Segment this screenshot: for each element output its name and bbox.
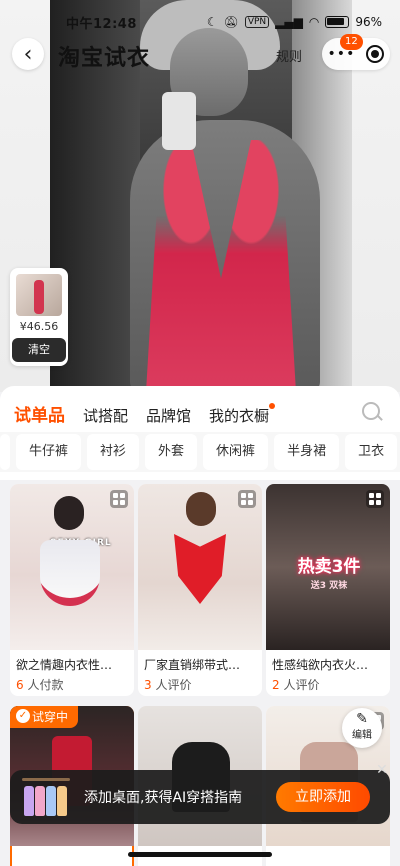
back-button[interactable]: ‹ xyxy=(12,38,44,70)
notification-badge: 12 xyxy=(340,34,363,50)
product-image[interactable]: SEXY GIRL xyxy=(10,484,134,650)
product-card[interactable]: SEXY GIRL 欲之情趣内衣性… 6 人付款 xyxy=(10,484,134,696)
page-title: 淘宝试衣 xyxy=(58,46,151,71)
product-meta: 2 人评价 xyxy=(272,676,319,693)
product-card[interactable]: 厂家直销绑带式… 3 人评价 xyxy=(138,484,262,696)
category-skirt[interactable]: 半身裙 xyxy=(274,434,340,470)
tab-single-item[interactable]: 试单品 xyxy=(14,401,65,426)
category-hoodie[interactable]: 卫衣 xyxy=(345,434,398,470)
product-image-tag: SEXY GIRL xyxy=(50,538,112,548)
product-image[interactable]: 热卖3件 送3 双袜 xyxy=(266,484,390,650)
product-meta: 6 人付款 xyxy=(16,676,63,693)
product-name: 性感纯欲内衣火… xyxy=(272,658,369,672)
battery-level: 96 xyxy=(355,15,371,29)
multi-image-icon xyxy=(238,490,256,508)
rules-link[interactable]: 规则 xyxy=(276,46,302,65)
category-shirt[interactable]: 衬衫 xyxy=(87,434,140,470)
status-icons: ☾ 🔕︎ VPN ▂▄▆ ◠ 96% xyxy=(206,15,382,29)
close-miniprogram-icon[interactable] xyxy=(366,45,385,63)
tab-outfit[interactable]: 试搭配 xyxy=(83,405,128,426)
home-indicator xyxy=(128,852,272,857)
product-meta: 3 人评价 xyxy=(144,676,191,693)
tab-bar: 试单品 试搭配 品牌馆 我的衣橱 xyxy=(14,398,276,426)
wardrobe-icon xyxy=(22,778,70,816)
category-jacket[interactable]: 外套 xyxy=(145,434,198,470)
close-icon[interactable]: ✕ xyxy=(372,760,392,780)
trying-on-badge: 试穿中 xyxy=(10,706,78,728)
promo-overlay-sub: 送3 双袜 xyxy=(310,581,348,591)
mute-icon: 🔕︎ xyxy=(223,15,239,29)
product-card[interactable]: 热卖3件 送3 双袜 性感纯欲内衣火… 2 人评价 xyxy=(266,484,390,696)
multi-image-icon xyxy=(110,490,128,508)
tab-brand-hall[interactable]: 品牌馆 xyxy=(146,405,191,426)
pencil-icon: ✎ xyxy=(356,711,368,727)
product-name: 厂家直销绑带式… xyxy=(144,658,241,672)
signal-icon: ▂▄▆ xyxy=(275,15,303,29)
banner-text: 添加桌面,获得AI穿搭指南 xyxy=(84,790,243,806)
battery-icon xyxy=(325,16,350,28)
add-now-button[interactable]: 立即添加 xyxy=(276,782,370,812)
category-casual-pants[interactable]: 休闲裤 xyxy=(203,434,269,470)
moon-icon: ☾ xyxy=(206,15,218,29)
tryon-item-card[interactable]: ¥46.56 清空 xyxy=(10,268,68,366)
category-bar: 牛仔裤 衬衫 外套 休闲裤 半身裙 卫衣 xyxy=(0,432,400,472)
tryon-item-price: ¥46.56 xyxy=(19,320,59,333)
edit-label: 编辑 xyxy=(352,730,372,741)
tab-my-wardrobe[interactable]: 我的衣橱 xyxy=(209,403,276,426)
new-dot xyxy=(269,403,276,409)
product-count: 2 xyxy=(272,678,280,692)
status-time: 中午12:48 xyxy=(66,16,137,32)
promo-overlay-title: 热卖3件 xyxy=(297,557,361,577)
wifi-icon: ◠ xyxy=(308,15,320,29)
tab-my-wardrobe-label: 我的衣橱 xyxy=(209,407,270,425)
product-count: 3 xyxy=(144,678,152,692)
clear-button[interactable]: 清空 xyxy=(12,338,66,362)
product-image[interactable] xyxy=(138,484,262,650)
model-phone xyxy=(162,92,196,150)
product-count-suffix: 人付款 xyxy=(27,678,64,692)
category-jeans[interactable]: 牛仔裤 xyxy=(16,434,82,470)
product-count: 6 xyxy=(16,678,24,692)
chevron-left-icon: ‹ xyxy=(23,41,33,67)
multi-image-icon xyxy=(366,490,384,508)
product-count-suffix: 人评价 xyxy=(155,678,192,692)
edit-button[interactable]: ✎ 编辑 xyxy=(342,708,382,748)
promo-overlay: 热卖3件 送3 双袜 xyxy=(274,552,384,591)
tryon-item-thumbnail[interactable] xyxy=(16,274,62,316)
vpn-badge: VPN xyxy=(244,16,270,28)
product-name: 欲之情趣内衣性… xyxy=(16,658,113,672)
category-chip-partial[interactable] xyxy=(0,434,10,470)
nav-bar: ‹ 淘宝试衣 规则 ••• 12 xyxy=(0,34,400,74)
product-count-suffix: 人评价 xyxy=(283,678,320,692)
search-icon[interactable] xyxy=(362,402,380,420)
add-to-desktop-banner: 添加桌面,获得AI穿搭指南 立即添加 ✕ xyxy=(10,762,390,824)
